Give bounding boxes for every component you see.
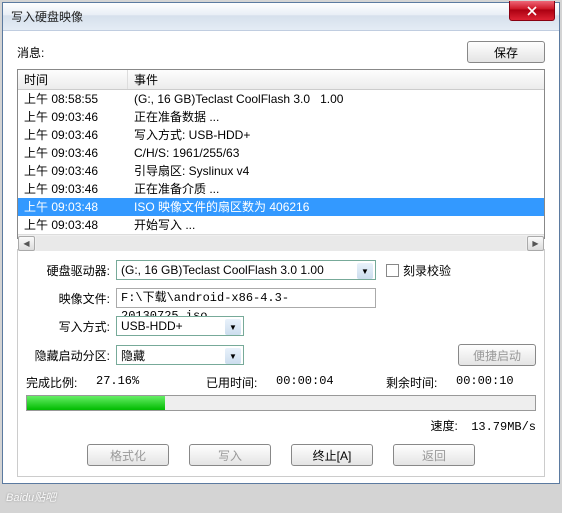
log-event: (G:, 16 GB)Teclast CoolFlash 3.0 1.00 xyxy=(128,90,544,108)
hidden-label: 隐藏启动分区: xyxy=(26,347,116,364)
close-icon xyxy=(527,6,537,16)
quickboot-button[interactable]: 便捷启动 xyxy=(458,344,536,366)
hidden-dropdown[interactable]: 隐藏 ▼ xyxy=(116,345,244,365)
scroll-right-button[interactable]: ▶ xyxy=(527,236,544,251)
col-event-header[interactable]: 事件 xyxy=(128,70,544,89)
chevron-down-icon: ▼ xyxy=(225,319,241,335)
log-row[interactable]: 上午 09:03:48开始写入 ... xyxy=(18,216,544,234)
checkbox-box xyxy=(386,264,399,277)
chevron-down-icon: ▼ xyxy=(225,348,241,364)
percent-label: 完成比例: xyxy=(26,374,96,391)
horizontal-scrollbar[interactable]: ◀ ▶ xyxy=(18,234,544,251)
log-time: 上午 09:03:46 xyxy=(18,108,128,126)
titlebar[interactable]: 写入硬盘映像 xyxy=(3,3,559,31)
log-listview[interactable]: 时间 事件 上午 08:58:55(G:, 16 GB)Teclast Cool… xyxy=(17,69,545,239)
remain-label: 剩余时间: xyxy=(386,374,456,391)
log-time: 上午 09:03:48 xyxy=(18,198,128,216)
progress-fill xyxy=(27,396,165,410)
back-button[interactable]: 返回 xyxy=(393,444,475,466)
drive-value: (G:, 16 GB)Teclast CoolFlash 3.0 1.00 xyxy=(121,263,324,277)
image-path-field[interactable]: F:\下载\android-x86-4.3-20130725.iso xyxy=(116,288,376,308)
log-header: 时间 事件 xyxy=(18,70,544,90)
percent-value: 27.16% xyxy=(96,374,206,391)
log-event: 引导扇区: Syslinux v4 xyxy=(128,162,544,180)
scroll-left-button[interactable]: ◀ xyxy=(18,236,35,251)
log-row[interactable]: 上午 09:03:46引导扇区: Syslinux v4 xyxy=(18,162,544,180)
format-button[interactable]: 格式化 xyxy=(87,444,169,466)
log-event: 正在准备数据 ... xyxy=(128,108,544,126)
method-label: 写入方式: xyxy=(26,318,116,335)
log-row[interactable]: 上午 09:03:46正在准备介质 ... xyxy=(18,180,544,198)
method-dropdown[interactable]: USB-HDD+ ▼ xyxy=(116,316,244,336)
hidden-value: 隐藏 xyxy=(121,347,145,364)
log-time: 上午 09:03:46 xyxy=(18,162,128,180)
log-time: 上午 09:03:46 xyxy=(18,126,128,144)
log-event: 开始写入 ... xyxy=(128,216,544,234)
speed-value: 13.79MB/s xyxy=(471,420,536,434)
save-button[interactable]: 保存 xyxy=(467,41,545,63)
log-event: ISO 映像文件的扇区数为 406216 xyxy=(128,198,544,216)
scroll-track[interactable] xyxy=(36,236,526,251)
log-row[interactable]: 上午 08:58:55(G:, 16 GB)Teclast CoolFlash … xyxy=(18,90,544,108)
log-row[interactable]: 上午 09:03:46C/H/S: 1961/255/63 xyxy=(18,144,544,162)
log-row[interactable]: 上午 09:03:48ISO 映像文件的扇区数为 406216 xyxy=(18,198,544,216)
log-row[interactable]: 上午 09:03:46写入方式: USB-HDD+ xyxy=(18,126,544,144)
method-value: USB-HDD+ xyxy=(121,319,183,333)
image-label: 映像文件: xyxy=(26,290,116,307)
log-event: C/H/S: 1961/255/63 xyxy=(128,144,544,162)
log-time: 上午 09:03:48 xyxy=(18,216,128,234)
abort-button[interactable]: 终止[A] xyxy=(291,444,373,466)
verify-checkbox[interactable]: 刻录校验 xyxy=(386,262,451,279)
log-time: 上午 09:03:46 xyxy=(18,144,128,162)
close-button[interactable] xyxy=(509,1,555,21)
log-time: 上午 08:58:55 xyxy=(18,90,128,108)
info-label: 消息: xyxy=(17,44,467,61)
elapsed-value: 00:00:04 xyxy=(276,374,386,391)
verify-label: 刻录校验 xyxy=(403,262,451,279)
col-time-header[interactable]: 时间 xyxy=(18,70,128,89)
chevron-down-icon: ▼ xyxy=(357,263,373,279)
speed-label: 速度: xyxy=(431,419,458,433)
window-title: 写入硬盘映像 xyxy=(11,8,83,25)
watermark: Baidu贴吧 xyxy=(6,489,56,505)
elapsed-label: 已用时间: xyxy=(206,374,276,391)
log-row[interactable]: 上午 09:03:46正在准备数据 ... xyxy=(18,108,544,126)
progress-bar xyxy=(26,395,536,411)
log-time: 上午 09:03:46 xyxy=(18,180,128,198)
log-event: 写入方式: USB-HDD+ xyxy=(128,126,544,144)
drive-dropdown[interactable]: (G:, 16 GB)Teclast CoolFlash 3.0 1.00 ▼ xyxy=(116,260,376,280)
log-event: 正在准备介质 ... xyxy=(128,180,544,198)
remain-value: 00:00:10 xyxy=(456,374,514,391)
drive-label: 硬盘驱动器: xyxy=(26,262,116,279)
write-button[interactable]: 写入 xyxy=(189,444,271,466)
